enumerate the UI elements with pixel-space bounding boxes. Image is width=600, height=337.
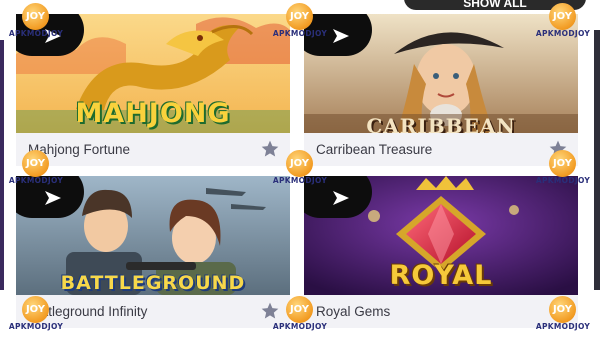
watermark-logo: JOY APKMODJOY bbox=[527, 3, 599, 43]
coin-logo-icon: JOY bbox=[286, 3, 313, 30]
coin-logo-icon: JOY bbox=[22, 3, 49, 30]
watermark-text: APKMODJOY bbox=[535, 176, 591, 185]
play-icon bbox=[45, 191, 61, 205]
watermark-text: APKMODJOY bbox=[272, 29, 328, 38]
game-logo: MAHJONG bbox=[75, 98, 231, 129]
watermark-logo: JOY APKMODJOY bbox=[527, 296, 599, 336]
coin-logo-icon: JOY bbox=[286, 296, 313, 323]
watermark-text: APKMODJOY bbox=[8, 322, 64, 331]
watermark-logo: JOY APKMODJOY bbox=[0, 296, 72, 336]
watermark-logo: JOY APKMODJOY bbox=[264, 150, 336, 190]
watermark-logo: JOY APKMODJOY bbox=[264, 3, 336, 43]
watermark-text: APKMODJOY bbox=[8, 29, 64, 38]
game-logo: BATTLEGROUND bbox=[60, 272, 246, 294]
coin-logo-icon: JOY bbox=[22, 150, 49, 177]
coin-logo-icon: JOY bbox=[549, 3, 576, 30]
watermark-text: APKMODJOY bbox=[535, 29, 591, 38]
coin-logo-icon: JOY bbox=[549, 296, 576, 323]
coin-logo-icon: JOY bbox=[549, 150, 576, 177]
watermark-text: APKMODJOY bbox=[272, 176, 328, 185]
watermark-text: APKMODJOY bbox=[8, 176, 64, 185]
watermark-logo: JOY APKMODJOY bbox=[264, 296, 336, 336]
watermark-text: APKMODJOY bbox=[272, 322, 328, 331]
watermark-logo: JOY APKMODJOY bbox=[0, 150, 72, 190]
watermark-logo: JOY APKMODJOY bbox=[0, 3, 72, 43]
coin-logo-icon: JOY bbox=[286, 150, 313, 177]
game-logo: ROYAL bbox=[389, 260, 493, 291]
coin-logo-icon: JOY bbox=[22, 296, 49, 323]
watermark-logo: JOY APKMODJOY bbox=[527, 150, 599, 190]
play-icon bbox=[333, 191, 349, 205]
watermark-text: APKMODJOY bbox=[535, 322, 591, 331]
